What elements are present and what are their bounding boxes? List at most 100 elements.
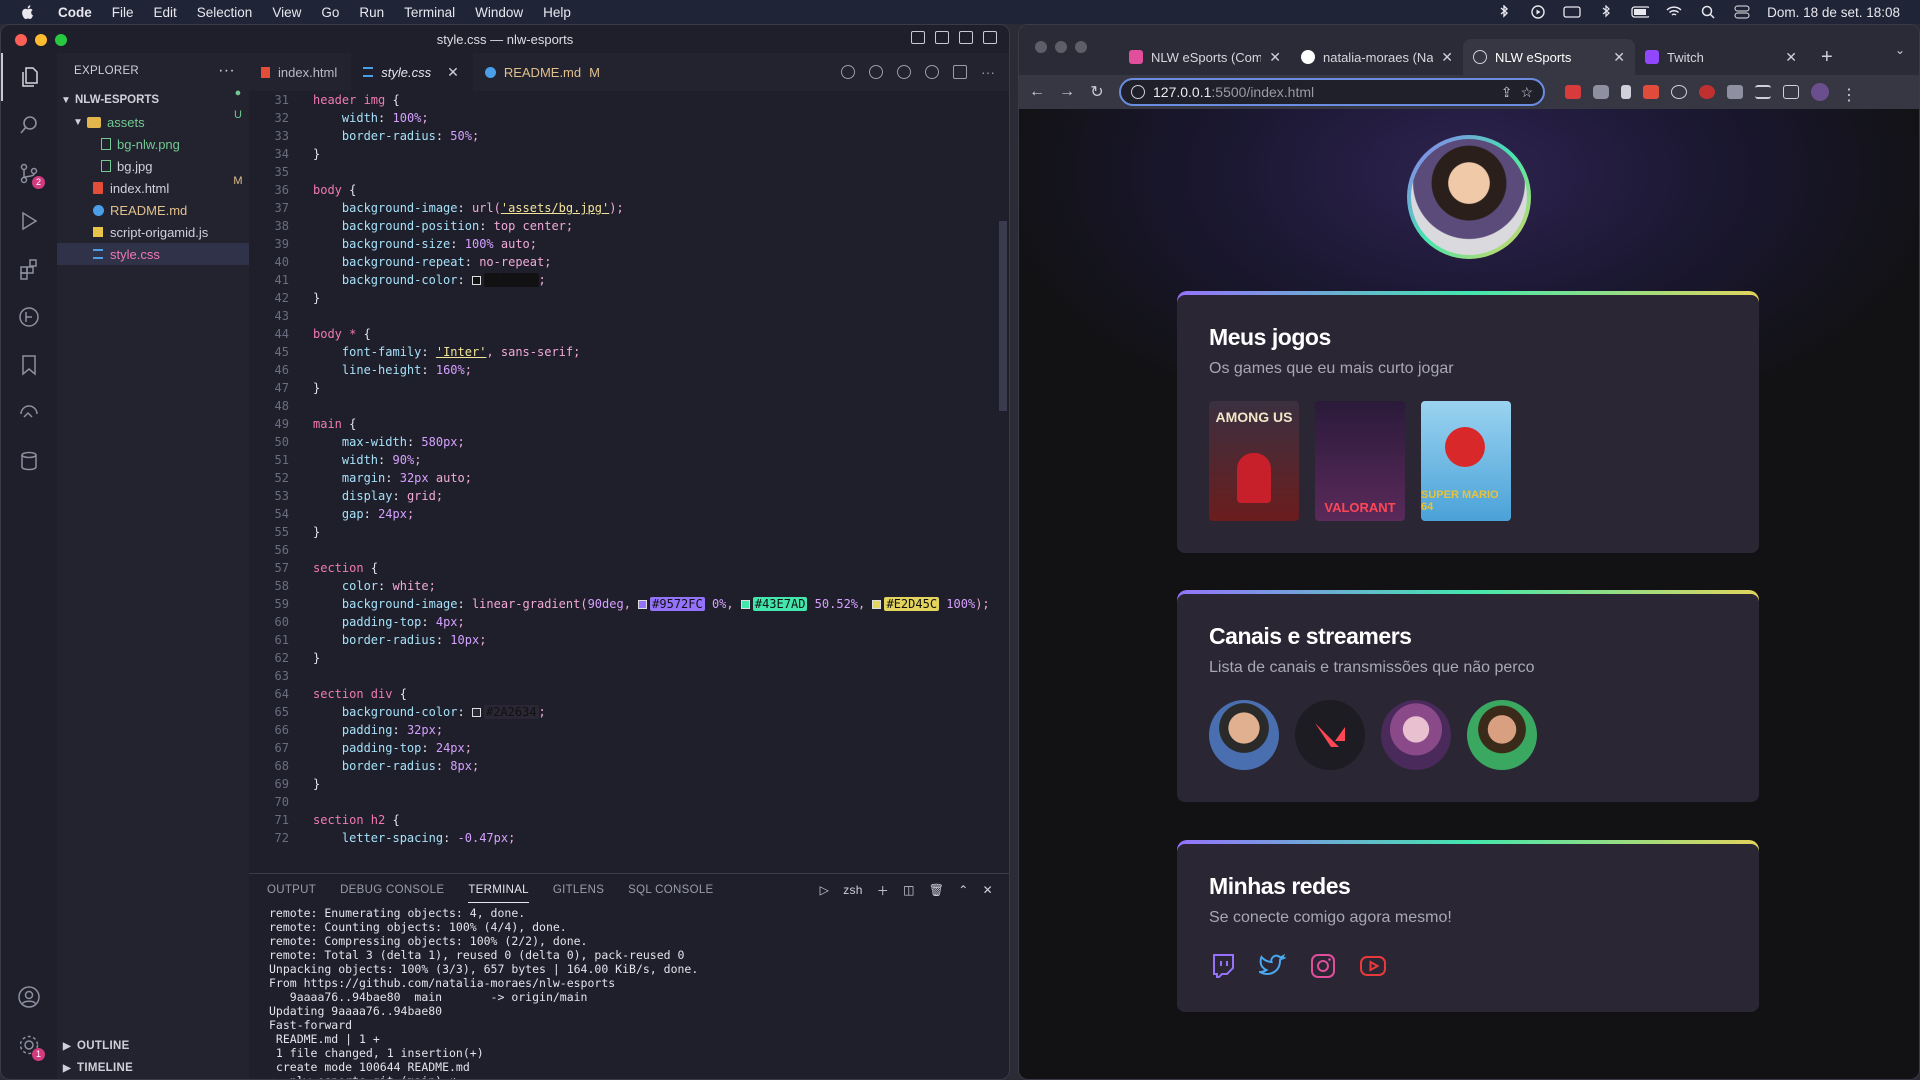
code-line[interactable]: 35: [249, 163, 997, 181]
browser-close-button[interactable]: [1035, 41, 1047, 53]
run-debug-activity[interactable]: [1, 197, 57, 245]
code-line[interactable]: 57 section {: [249, 559, 997, 577]
code-editor[interactable]: 31 header img {32 width: 100%; 33 border-r…: [249, 91, 997, 873]
bluetooth-alt-icon[interactable]: [1597, 5, 1615, 19]
youtube-icon[interactable]: [1359, 952, 1387, 980]
project-folder[interactable]: ▼ NLW-ESPORTS: [57, 89, 249, 111]
tab-style-css[interactable]: style.css ✕: [351, 53, 473, 91]
menubar-clock[interactable]: Dom. 18 de set. 18:08: [1767, 5, 1900, 20]
menu-window[interactable]: Window: [465, 5, 533, 20]
tree-item-index-html[interactable]: index.html: [57, 177, 249, 199]
gitlens-activity[interactable]: [1, 293, 57, 341]
timeline-section[interactable]: ▶ TIMELINE: [57, 1057, 249, 1079]
menu-edit[interactable]: Edit: [144, 5, 187, 20]
code-line[interactable]: 61 border-radius: 10px;: [249, 631, 997, 649]
game-among-us[interactable]: AMONG US: [1209, 401, 1299, 522]
tab-index-html[interactable]: index.html: [249, 53, 351, 91]
code-line[interactable]: 45 font-family: 'Inter', sans-serif;: [249, 343, 997, 361]
code-line[interactable]: 67 padding-top: 24px;: [249, 739, 997, 757]
reload-button[interactable]: ↻: [1089, 82, 1105, 102]
tree-item-readme[interactable]: README.md M: [57, 175, 249, 221]
browser-tab-figma[interactable]: NLW eSports (Com ✕: [1119, 39, 1291, 75]
code-line[interactable]: 39 background-size: 100% auto;: [249, 235, 997, 253]
streamer-avatar-3[interactable]: [1381, 700, 1451, 771]
previous-change-icon[interactable]: [869, 65, 883, 79]
code-line[interactable]: 43: [249, 307, 997, 325]
code-line[interactable]: 38 background-position: top center;: [249, 217, 997, 235]
split-editor-icon[interactable]: [953, 65, 967, 79]
tab-gitlens[interactable]: GITLENS: [553, 884, 604, 896]
code-line[interactable]: 64 section div {: [249, 685, 997, 703]
spotlight-search-icon[interactable]: [1699, 5, 1717, 19]
tab-output[interactable]: OUTPUT: [267, 884, 316, 896]
more-actions-icon[interactable]: ···: [981, 64, 995, 80]
code-line[interactable]: 53 display: grid;: [249, 487, 997, 505]
puzzle-icon[interactable]: [1727, 85, 1743, 99]
open-changes-icon[interactable]: [841, 65, 855, 79]
code-line[interactable]: 69}: [249, 775, 997, 793]
info-icon[interactable]: [1131, 85, 1145, 99]
browser-zoom-button[interactable]: [1075, 41, 1087, 53]
code-line[interactable]: 48: [249, 397, 997, 415]
code-line[interactable]: 31 header img {: [249, 91, 997, 109]
toggle-sidebar-icon[interactable]: [911, 31, 925, 44]
accounts-activity[interactable]: [1, 973, 57, 1021]
close-tab-icon[interactable]: ✕: [447, 64, 459, 81]
menu-terminal[interactable]: Terminal: [394, 5, 465, 20]
code-line[interactable]: 71 section h2 {: [249, 811, 997, 829]
code-line[interactable]: 70: [249, 793, 997, 811]
source-control-activity[interactable]: 2: [1, 149, 57, 197]
menu-selection[interactable]: Selection: [187, 5, 263, 20]
menu-run[interactable]: Run: [349, 5, 394, 20]
remote-activity[interactable]: [1, 389, 57, 437]
extension-red-icon[interactable]: [1565, 85, 1581, 99]
tree-item-script[interactable]: script-origamid.js: [57, 221, 249, 243]
streamer-avatar-4[interactable]: [1467, 700, 1537, 771]
terminal-output[interactable]: remote: Enumerating objects: 4, done. rem…: [249, 906, 1009, 1079]
menu-app[interactable]: Code: [48, 5, 102, 20]
code-line[interactable]: 52 margin: 32px auto;: [249, 469, 997, 487]
code-line[interactable]: 42}: [249, 289, 997, 307]
twitter-icon[interactable]: [1259, 952, 1287, 980]
toggle-secondary-sidebar-icon[interactable]: [959, 31, 973, 44]
close-tab-icon[interactable]: ✕: [1613, 49, 1625, 66]
reading-list-icon[interactable]: [1755, 85, 1771, 99]
pen-icon[interactable]: [1621, 85, 1631, 99]
menu-go[interactable]: Go: [311, 5, 349, 20]
shell-name[interactable]: zsh: [843, 883, 863, 897]
wifi-icon[interactable]: [1665, 5, 1683, 19]
close-tab-icon[interactable]: ✕: [1441, 49, 1453, 66]
streamer-avatar-valorant[interactable]: [1295, 700, 1365, 771]
address-bar[interactable]: 127.0.0.1:5500/index.html ⇪ ☆: [1119, 78, 1545, 106]
code-line[interactable]: 50 max-width: 580px;: [249, 433, 997, 451]
code-line[interactable]: 36 body {: [249, 181, 997, 199]
extensions-activity[interactable]: [1, 245, 57, 293]
kebab-menu-icon[interactable]: ⋮: [1841, 85, 1857, 104]
keyboard-icon[interactable]: [1563, 5, 1581, 19]
code-line[interactable]: 46 line-height: 160%;: [249, 361, 997, 379]
browser-tab-github[interactable]: natalia-moraes (Na ✕: [1291, 39, 1463, 75]
game-valorant[interactable]: VALORANT: [1315, 401, 1405, 522]
back-button[interactable]: ←: [1029, 83, 1045, 101]
bluetooth-icon[interactable]: [1495, 5, 1513, 19]
outline-section[interactable]: ▶ OUTLINE: [57, 1035, 249, 1057]
explorer-activity[interactable]: [1, 53, 57, 101]
toggle-panel-icon[interactable]: [935, 31, 949, 44]
code-line[interactable]: 44 body * {: [249, 325, 997, 343]
code-line[interactable]: 62}: [249, 649, 997, 667]
side-panel-icon[interactable]: [1783, 85, 1799, 99]
customize-layout-icon[interactable]: [983, 31, 997, 44]
zoom-window-button[interactable]: [55, 34, 67, 46]
code-line[interactable]: 59 background-image: linear-gradient(90d…: [249, 595, 997, 613]
tab-readme[interactable]: README.md M: [473, 53, 614, 91]
tree-item-bg-jpg[interactable]: bg.jpg: [57, 155, 249, 177]
code-line[interactable]: 63: [249, 667, 997, 685]
code-line[interactable]: 68 border-radius: 8px;: [249, 757, 997, 775]
tab-search-icon[interactable]: ⌄: [1895, 43, 1905, 57]
code-line[interactable]: 47}: [249, 379, 997, 397]
database-activity[interactable]: [1, 437, 57, 485]
code-line[interactable]: 72 letter-spacing: -0.47px;: [249, 829, 997, 847]
code-line[interactable]: 41 background-color: #121214;: [249, 271, 997, 289]
close-tab-icon[interactable]: ✕: [1269, 49, 1281, 66]
camera-icon[interactable]: [1593, 85, 1609, 99]
